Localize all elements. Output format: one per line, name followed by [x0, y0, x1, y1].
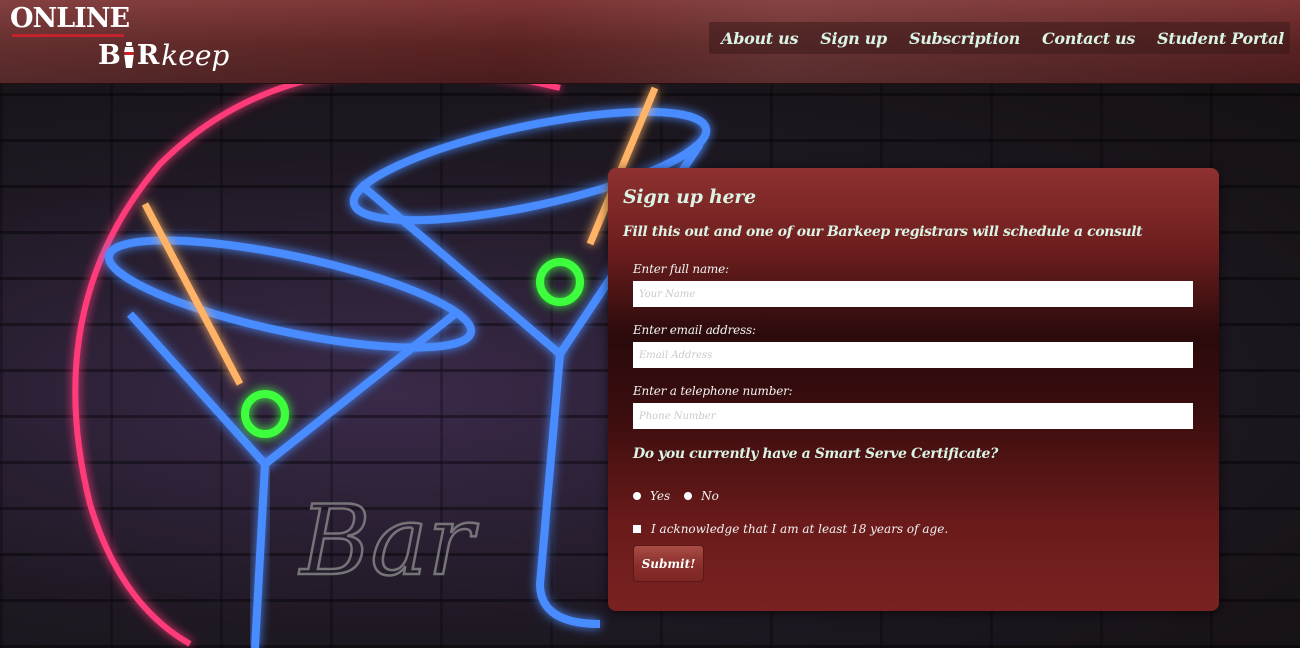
form-subtitle: Fill this out and one of our Barkeep reg…: [623, 224, 1143, 240]
radio-yes-label: Yes: [650, 489, 671, 503]
phone-label: Enter a telephone number:: [633, 384, 793, 398]
smart-serve-question: Do you currently have a Smart Serve Cert…: [633, 446, 998, 462]
phone-input[interactable]: [633, 403, 1193, 429]
logo-word-keep: keep: [161, 39, 230, 72]
radio-yes[interactable]: [633, 492, 641, 500]
nav-subscription[interactable]: Subscription: [909, 29, 1020, 48]
smart-serve-options: Yes No: [633, 489, 733, 503]
nav-student-portal[interactable]: Student Portal: [1157, 29, 1284, 48]
email-input[interactable]: [633, 342, 1193, 368]
full-name-input[interactable]: [633, 281, 1193, 307]
age-acknowledgement-label: I acknowledge that I am at least 18 year…: [651, 522, 949, 536]
form-title: Sign up here: [623, 186, 756, 208]
bar-neon-text: Bar: [298, 485, 479, 597]
logo-letter-b: B: [98, 40, 121, 71]
full-name-label: Enter full name:: [633, 262, 729, 276]
site-header: ONLINE B R keep About us Sign up Subscri…: [0, 0, 1300, 84]
age-checkbox[interactable]: [633, 525, 641, 533]
site-logo[interactable]: ONLINE B R keep: [10, 4, 230, 74]
nav-contact-us[interactable]: Contact us: [1042, 29, 1135, 48]
radio-no-label: No: [701, 489, 719, 503]
logo-line-barkeep: B R keep: [98, 37, 229, 71]
submit-button[interactable]: Submit!: [633, 545, 704, 582]
signup-form-panel: Sign up here Fill this out and one of ou…: [608, 168, 1219, 611]
nav-sign-up[interactable]: Sign up: [820, 29, 887, 48]
age-acknowledgement: I acknowledge that I am at least 18 year…: [633, 522, 948, 536]
radio-no[interactable]: [684, 492, 693, 500]
logo-line-online: ONLINE: [10, 3, 130, 34]
email-label: Enter email address:: [633, 323, 756, 337]
main-nav: About us Sign up Subscription Contact us…: [709, 22, 1290, 54]
cocktail-shaker-icon: [122, 42, 136, 69]
logo-letter-r: R: [136, 40, 160, 71]
nav-about-us[interactable]: About us: [721, 29, 798, 48]
